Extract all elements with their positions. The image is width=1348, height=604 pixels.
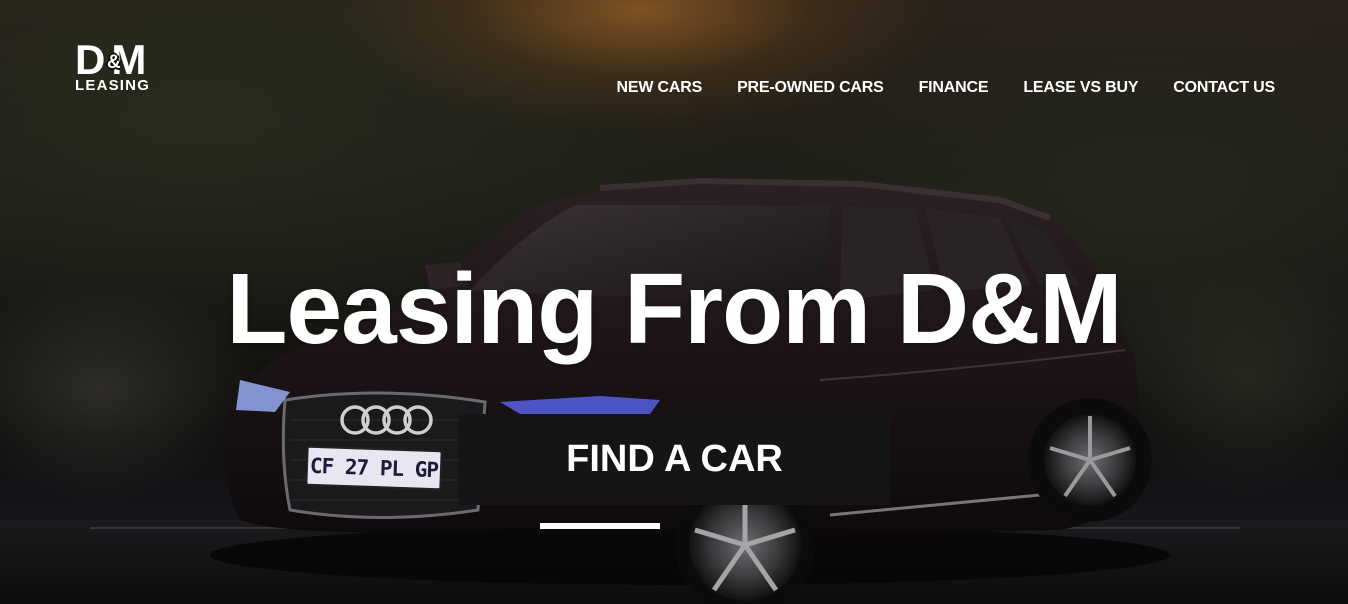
find-a-car-button[interactable]: FIND A CAR	[459, 414, 890, 505]
hero-section: CF 27 PL GP DM & LEASING NEW CARS PRE-OW…	[0, 0, 1348, 604]
nav-link-contact-us[interactable]: CONTACT US	[1173, 78, 1275, 98]
logo-subtitle: LEASING	[75, 77, 151, 94]
nav-link-new-cars[interactable]: NEW CARS	[617, 78, 703, 98]
main-navigation: NEW CARS PRE-OWNED CARS FINANCE LEASE VS…	[617, 78, 1276, 98]
logo-letter-d: D	[75, 36, 105, 83]
logo-ampersand: &	[107, 52, 121, 73]
license-plate: CF 27 PL GP	[305, 445, 443, 491]
hero-headline: Leasing From D&M	[226, 253, 1122, 365]
license-plate-text: CF 27 PL GP	[309, 453, 439, 483]
hero-accent-bar	[540, 523, 660, 529]
nav-link-lease-vs-buy[interactable]: LEASE VS BUY	[1023, 78, 1138, 98]
nav-link-finance[interactable]: FINANCE	[919, 78, 989, 98]
site-logo[interactable]: DM & LEASING	[75, 39, 161, 96]
nav-link-pre-owned-cars[interactable]: PRE-OWNED CARS	[737, 78, 884, 98]
